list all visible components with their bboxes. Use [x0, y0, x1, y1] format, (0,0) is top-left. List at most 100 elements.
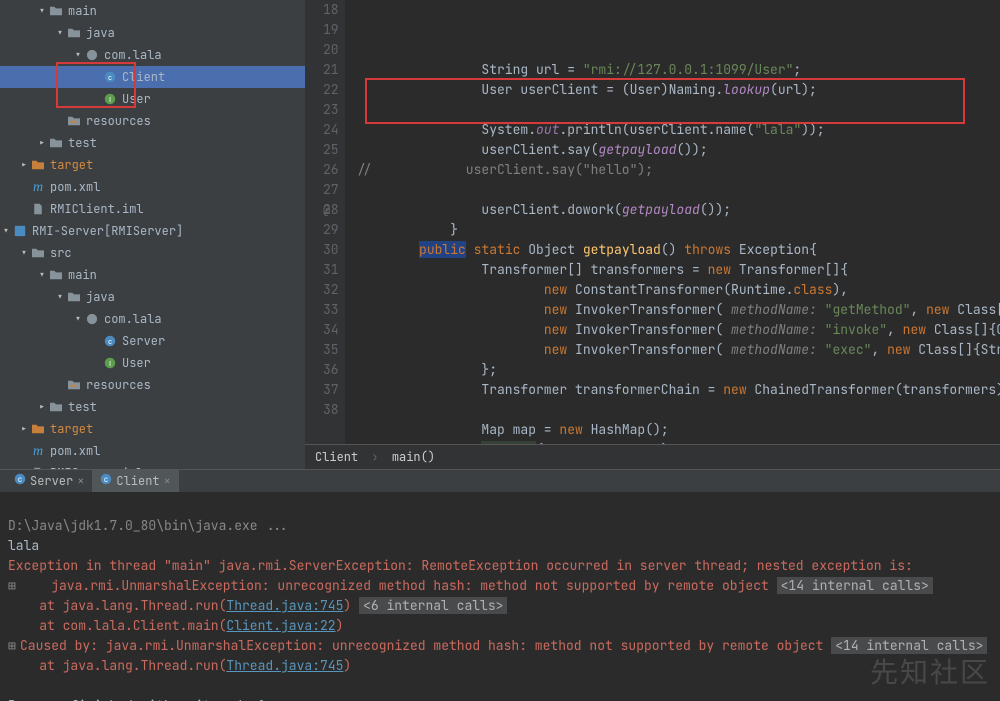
tree-item-pom-xml[interactable]: mpom.xml [0, 440, 305, 462]
line-number[interactable]: 19 [311, 20, 339, 40]
tree-item-com-lala[interactable]: ▾com.lala [0, 308, 305, 330]
tree-item-java[interactable]: ▾ java [0, 22, 305, 44]
line-number[interactable]: 30 [311, 240, 339, 260]
line-number[interactable]: 36 [311, 360, 339, 380]
line-number[interactable]: 27 @ [311, 180, 339, 200]
line-number[interactable]: 38 [311, 400, 339, 420]
svg-text:c: c [108, 337, 112, 346]
line-number[interactable]: 37 [311, 380, 339, 400]
code-content[interactable]: String url = "rmi://127.0.0.1:1099/User"… [345, 0, 1000, 444]
close-icon[interactable]: × [77, 473, 84, 489]
line-number[interactable]: 22 [311, 80, 339, 100]
tree-item-main[interactable]: ▾main [0, 0, 305, 22]
tree-item-test[interactable]: ▸test [0, 132, 305, 154]
code-line[interactable]: User userClient = (User)Naming.lookup(ur… [357, 80, 1000, 100]
tree-arrow[interactable]: ▾ [54, 23, 66, 44]
code-line[interactable] [357, 180, 1000, 200]
tree-item-main[interactable]: ▾main [0, 264, 305, 286]
line-number-gutter[interactable]: 18192021222324252627 @282930313233343536… [305, 0, 345, 444]
line-number[interactable]: 18 [311, 0, 339, 20]
line-number[interactable]: 26 [311, 160, 339, 180]
run-tab-server[interactable]: cServer× [6, 470, 92, 492]
tree-item-src[interactable]: ▾src [0, 242, 305, 264]
fold-icon[interactable]: ⊞ [8, 636, 20, 656]
code-line[interactable]: userClient.say(getpayload()); [357, 140, 1000, 160]
stacktrace-link[interactable]: Client.java:22 [226, 617, 335, 634]
line-number[interactable]: 20 [311, 40, 339, 60]
tree-arrow[interactable]: ▸ [18, 155, 30, 176]
internal-calls-badge[interactable]: <14 internal calls> [777, 577, 933, 594]
code-line[interactable]: } [357, 220, 1000, 240]
line-number[interactable]: 21 [311, 60, 339, 80]
tree-item-test[interactable]: ▸ test [0, 396, 305, 418]
watermark: 先知社区 [870, 663, 990, 683]
close-icon[interactable]: × [164, 473, 171, 489]
breadcrumb-bar[interactable]: Client › main() [305, 444, 1000, 469]
line-number[interactable]: 29 [311, 220, 339, 240]
line-number[interactable]: 28 [311, 200, 339, 220]
tree-item-resources[interactable]: resources [0, 110, 305, 132]
project-tree[interactable]: ▾main▾java▾com.lalacClientIUserresources… [0, 0, 305, 469]
tree-arrow[interactable]: ▾ [72, 45, 84, 66]
breadcrumb-class[interactable]: Client [315, 449, 358, 465]
line-number[interactable]: 25 [311, 140, 339, 160]
code-line[interactable]: new InvokerTransformer( methodName: "inv… [357, 320, 1000, 340]
code-line[interactable]: public static Object getpayload() throws… [357, 240, 1000, 260]
tree-arrow[interactable]: ▾ [0, 221, 12, 242]
tree-item-resources[interactable]: resources [0, 374, 305, 396]
stacktrace-link[interactable]: Thread.java:745 [226, 657, 343, 674]
internal-calls-badge[interactable]: <14 internal calls> [831, 637, 987, 654]
tree-arrow[interactable]: ▸ [36, 397, 48, 418]
tree-item-java[interactable]: ▾java [0, 286, 305, 308]
line-number[interactable]: 24 [311, 120, 339, 140]
tree-item-target[interactable]: ▸target [0, 418, 305, 440]
code-line[interactable]: new ConstantTransformer(Runtime.class), [357, 280, 1000, 300]
tree-arrow[interactable]: ▾ [54, 287, 66, 308]
code-line[interactable] [357, 100, 1000, 120]
line-number[interactable]: 31 [311, 260, 339, 280]
tree-item-user[interactable]: IUser [0, 88, 305, 110]
line-number[interactable]: 35 [311, 340, 339, 360]
tree-item-server[interactable]: cServer [0, 330, 305, 352]
tree-arrow[interactable]: ▾ [36, 265, 48, 286]
code-line[interactable]: Map map = new HashMap(); [357, 420, 1000, 440]
breadcrumb-method[interactable]: main() [392, 449, 435, 465]
line-number[interactable]: 33 [311, 300, 339, 320]
code-line[interactable] [357, 400, 1000, 420]
tree-item-client[interactable]: cClient [0, 66, 305, 88]
tree-arrow[interactable]: ▾ [18, 243, 30, 264]
tree-item-rmiserver-iml[interactable]: RMIServer.iml [0, 462, 305, 469]
tree-item-user[interactable]: IUser [0, 352, 305, 374]
stacktrace-link[interactable]: Thread.java:745 [226, 597, 343, 614]
console-output[interactable]: D:\Java\jdk1.7.0_80\bin\java.exe ... lal… [0, 492, 1000, 701]
tree-arrow[interactable]: ▸ [18, 419, 30, 440]
tree-label: java [86, 23, 115, 44]
code-line[interactable]: String url = "rmi://127.0.0.1:1099/User"… [357, 60, 1000, 80]
code-line[interactable]: new InvokerTransformer( methodName: "exe… [357, 340, 1000, 360]
fold-icon[interactable]: ⊞ [8, 576, 20, 596]
tree-item-rmiclient-iml[interactable]: RMIClient.iml [0, 198, 305, 220]
tree-label: test [68, 397, 97, 418]
line-number[interactable]: 32 [311, 280, 339, 300]
code-line[interactable]: new InvokerTransformer( methodName: "get… [357, 300, 1000, 320]
code-line[interactable]: System.out.println(userClient.name("lala… [357, 120, 1000, 140]
class-icon: c [100, 473, 112, 489]
line-number[interactable]: 23 [311, 100, 339, 120]
internal-calls-badge[interactable]: <6 internal calls> [359, 597, 507, 614]
code-line[interactable]: userClient.dowork(getpayload()); [357, 200, 1000, 220]
tree-item-com-lala[interactable]: ▾com.lala [0, 44, 305, 66]
tree-item-rmi-server[interactable]: ▾RMI-Server [RMIServer] [0, 220, 305, 242]
line-number[interactable]: 34 [311, 320, 339, 340]
code-line[interactable]: // userClient.say("hello"); [357, 160, 1000, 180]
run-tab-client[interactable]: cClient× [92, 470, 178, 492]
console-exit: Process finished with exit code 1 [8, 697, 265, 701]
code-line[interactable]: }; [357, 360, 1000, 380]
tree-item-target[interactable]: ▸target [0, 154, 305, 176]
tree-item-pom-xml[interactable]: mpom.xml [0, 176, 305, 198]
code-line[interactable]: map.put("value", "lala"); [357, 440, 1000, 444]
code-line[interactable]: Transformer transformerChain = new Chain… [357, 380, 1000, 400]
tree-arrow[interactable]: ▸ [36, 133, 48, 154]
code-line[interactable]: Transformer[] transformers = new Transfo… [357, 260, 1000, 280]
tree-arrow[interactable]: ▾ [72, 309, 84, 330]
tree-arrow[interactable]: ▾ [36, 1, 48, 22]
